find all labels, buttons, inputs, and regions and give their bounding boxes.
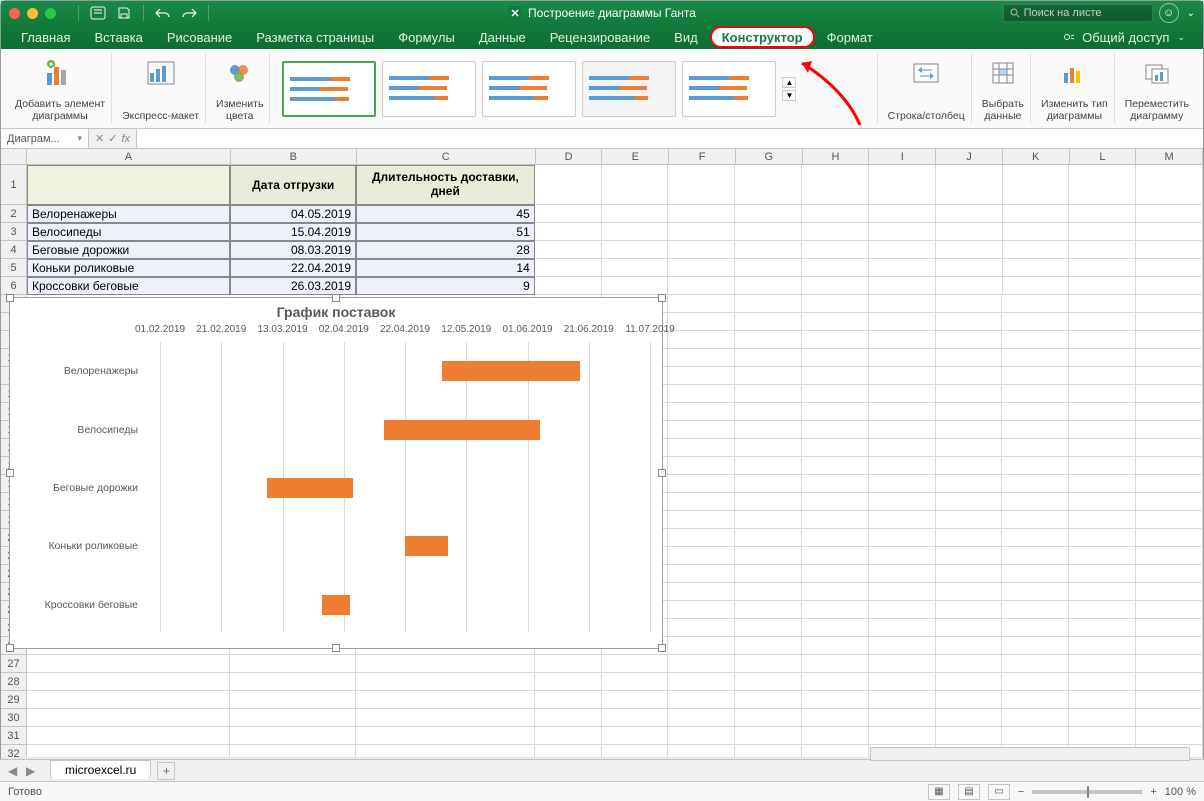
view-normal[interactable]: ▦ (928, 784, 950, 800)
sheet-nav-prev[interactable]: ◀ (8, 764, 17, 778)
chevron-down-icon: ⌄ (1177, 32, 1185, 43)
quick-access-toolbar (74, 3, 213, 23)
zoom-in[interactable]: + (1150, 786, 1156, 798)
tab-formulas[interactable]: Формулы (386, 25, 467, 49)
tab-view[interactable]: Вид (662, 25, 710, 49)
formula-bar: Диаграм...▾ ✕ ✓ fx (1, 129, 1203, 149)
feedback-icon[interactable]: ☺ (1159, 3, 1179, 23)
add-element-icon (45, 55, 75, 91)
window-title: Построение диаграммы Ганта (508, 6, 696, 20)
excel-icon (508, 6, 522, 20)
maximize-button[interactable] (45, 8, 56, 19)
tab-insert[interactable]: Вставка (82, 25, 154, 49)
share-icon (1063, 31, 1077, 43)
column-headers[interactable]: ABCDEFGHIJKLM (27, 149, 1203, 165)
move-chart-icon (1144, 55, 1170, 91)
view-page-break[interactable]: ▭ (988, 784, 1010, 800)
titlebar: Построение диаграммы Ганта Поиск на лист… (1, 1, 1203, 25)
chart-style-4[interactable] (582, 61, 676, 117)
window-controls (9, 8, 56, 19)
switch-row-col[interactable]: Строка/столбец (882, 53, 972, 124)
horizontal-scrollbar[interactable] (870, 747, 1190, 761)
minimize-button[interactable] (27, 8, 38, 19)
tab-data[interactable]: Данные (467, 25, 538, 49)
quick-layout[interactable]: Экспресс-макет (116, 53, 206, 124)
search-input[interactable]: Поиск на листе (1003, 4, 1153, 22)
gallery-scroll[interactable]: ▲ ▼ (782, 77, 796, 101)
name-box[interactable]: Диаграм...▾ (1, 129, 89, 148)
chevron-down-icon[interactable]: ⌄ (1187, 8, 1195, 19)
change-colors[interactable]: Изменить цвета (210, 53, 270, 124)
colors-icon (226, 55, 254, 91)
tab-review[interactable]: Рецензирование (538, 25, 662, 49)
select-data-icon (991, 55, 1015, 91)
tab-design[interactable]: Конструктор (710, 26, 815, 48)
switch-icon (912, 55, 940, 91)
view-page-layout[interactable]: ▤ (958, 784, 980, 800)
chart-style-2[interactable] (382, 61, 476, 117)
zoom-level[interactable]: 100 % (1165, 786, 1196, 798)
chart-style-1[interactable] (282, 61, 376, 117)
sheet-tab[interactable]: microexcel.ru (50, 760, 151, 779)
add-sheet-button[interactable]: + (157, 762, 175, 780)
sheet-tab-bar: ◀ ▶ microexcel.ru + (0, 759, 1204, 781)
chart-style-5[interactable] (682, 61, 776, 117)
save-icon[interactable] (113, 3, 135, 23)
change-type-icon (1061, 55, 1087, 91)
tab-home[interactable]: Главная (9, 25, 82, 49)
zoom-slider[interactable] (1032, 790, 1142, 794)
fx-icon[interactable]: fx (121, 133, 130, 145)
sheet-nav-next[interactable]: ▶ (26, 764, 35, 778)
worksheet-grid[interactable]: ABCDEFGHIJKLM 12345678910111213141516171… (1, 149, 1203, 757)
tab-format[interactable]: Формат (815, 25, 885, 49)
close-button[interactable] (9, 8, 20, 19)
enter-icon[interactable]: ✓ (108, 132, 117, 145)
tab-draw[interactable]: Рисование (155, 25, 244, 49)
chart-plot-area[interactable]: 01.02.201921.02.201913.03.201902.04.2019… (160, 342, 648, 632)
search-icon (1010, 8, 1020, 18)
change-chart-type[interactable]: Изменить тип диаграммы (1035, 53, 1115, 124)
chart-object[interactable]: График поставок 01.02.201921.02.201913.0… (9, 297, 663, 649)
quick-layout-icon (147, 55, 175, 91)
chart-style-3[interactable] (482, 61, 576, 117)
status-ready: Готово (8, 786, 42, 798)
zoom-out[interactable]: − (1018, 786, 1024, 798)
select-data[interactable]: Выбрать данные (976, 53, 1031, 124)
cancel-icon[interactable]: ✕ (95, 132, 104, 145)
share-button[interactable]: Общий доступ ⌄ (1053, 30, 1195, 45)
ribbon: Добавить элемент диаграммы Экспресс-маке… (1, 49, 1203, 129)
add-chart-element[interactable]: Добавить элемент диаграммы (9, 53, 112, 124)
title-text: Построение диаграммы Ганта (528, 6, 696, 20)
chart-styles-gallery[interactable]: ▲ ▼ (274, 53, 877, 124)
status-bar: Готово ▦ ▤ ▭ − + 100 % (0, 781, 1204, 801)
undo-icon[interactable] (152, 3, 174, 23)
ribbon-tabs: Главная Вставка Рисование Разметка стран… (1, 25, 1203, 49)
redo-icon[interactable] (178, 3, 200, 23)
select-all-corner[interactable] (1, 149, 27, 165)
autosave-icon[interactable] (87, 3, 109, 23)
move-chart[interactable]: Переместить диаграмму (1119, 53, 1195, 124)
formula-input[interactable] (137, 129, 1203, 148)
tab-layout[interactable]: Разметка страницы (244, 25, 386, 49)
